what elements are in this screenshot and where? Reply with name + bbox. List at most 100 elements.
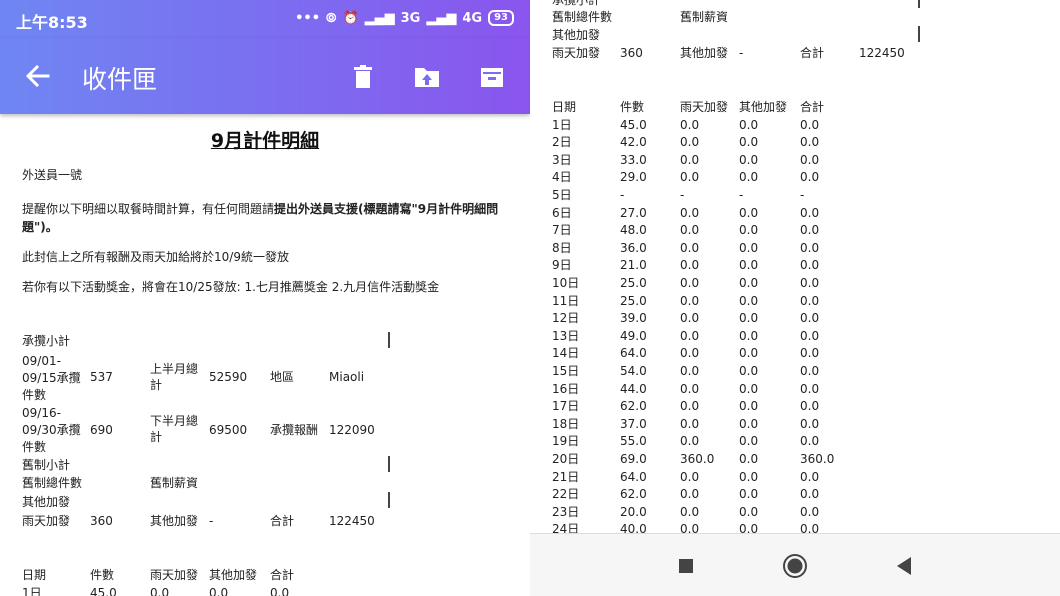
table-cell: 3日 — [552, 152, 572, 167]
table-cell: 44.0 — [620, 381, 647, 396]
back-arrow-icon[interactable] — [22, 60, 54, 92]
table-cell: 0.0 — [739, 311, 759, 326]
email-body: 9月計件明細 外送員一號 提醒你以下明細以取餐時間計算，有任何問題請提出外送員支… — [0, 114, 530, 596]
app-bar: 收件匣 — [0, 38, 530, 114]
table-cell: 49.0 — [620, 328, 647, 343]
table-cell: 0.0 — [739, 276, 759, 290]
table-divider — [388, 332, 390, 348]
other-bonus-value: - — [209, 514, 214, 528]
table-cell: 0.0 — [680, 399, 700, 414]
table-cell: 45.0 — [620, 117, 647, 132]
table-cell: 0.0 — [739, 381, 759, 396]
table-cell: 0.0 — [209, 585, 229, 596]
table-cell: 21.0 — [620, 258, 647, 273]
first-half-count: 537 — [90, 370, 113, 384]
table-cell: 0.0 — [680, 416, 700, 431]
table-cell: 0.0 — [739, 223, 759, 238]
region-value: Miaoli — [329, 370, 365, 384]
table-cell: 360.0 — [800, 452, 835, 466]
table-cell: 37.0 — [620, 416, 647, 431]
table-cell: 42.0 — [620, 135, 647, 150]
table-cell: 0.0 — [800, 170, 820, 185]
table-cell: 0.0 — [680, 469, 700, 484]
table-cell: 0.0 — [800, 240, 820, 255]
section-legacy-label: 舊制小計 — [22, 458, 71, 472]
undertake-pay-value: 122090 — [329, 423, 375, 437]
table-cell: 0.0 — [739, 240, 759, 255]
table-cell: 13日 — [552, 328, 580, 343]
table-cell: 36.0 — [620, 240, 647, 255]
archive-icon[interactable] — [477, 62, 507, 92]
table-cell: 8日 — [552, 240, 572, 255]
reminder-paragraph: 提醒你以下明細以取餐時間計算，有任何問題請提出外送員支援(標題請寫"9月計件明細… — [22, 200, 512, 236]
rain-bonus-value: 360 — [90, 514, 113, 528]
reminder-text: 提醒你以下明細以取餐時間計算，有任何問題請 — [22, 202, 275, 216]
table-cell: 0.0 — [800, 346, 820, 361]
table-cell: 7日 — [552, 223, 572, 238]
table-cell: 17日 — [552, 399, 580, 414]
table-cell: 0.0 — [680, 135, 700, 150]
table-cell: 0.0 — [800, 504, 820, 519]
table-cell: 0.0 — [680, 223, 700, 238]
legacy-count-label: 舊制總件數 — [552, 10, 613, 24]
table-cell: 16日 — [552, 381, 580, 396]
rain-bonus-label: 雨天加發 — [552, 46, 601, 60]
table-cell: 62.0 — [620, 399, 647, 414]
table-cell: 0.0 — [739, 135, 759, 150]
table-cell: 0.0 — [800, 205, 820, 220]
system-nav-bar — [530, 533, 1060, 596]
status-bar: 上午8:53 ••• ⦾ ⏰ ▂▄▆ 3G ▂▄▆ 4G 93 — [0, 0, 530, 38]
legacy-count-label: 舊制總件數 — [22, 476, 83, 490]
table-cell: 62.0 — [620, 487, 647, 502]
table-cell: 22日 — [552, 487, 580, 502]
table-cell: 0.0 — [800, 364, 820, 378]
table-cell: 45.0 — [90, 585, 117, 596]
table-cell: 5日 — [552, 188, 572, 202]
undertake-pay-label: 承攬報酬 — [270, 423, 319, 437]
legacy-salary-label: 舊制薪資 — [150, 476, 199, 490]
status-icons: ••• ⦾ ⏰ ▂▄▆ 3G ▂▄▆ 4G 93 — [295, 10, 514, 26]
first-half-label: 09/01-09/15承攬件數 — [22, 354, 81, 402]
table-cell: 0.0 — [800, 416, 820, 431]
table-cell: 0.0 — [800, 135, 820, 150]
table-cell: 0.0 — [800, 311, 820, 326]
table-cell: 0.0 — [739, 469, 759, 484]
table-cell: 0.0 — [739, 152, 759, 167]
payment-note: 此封信上之所有報酬及雨天加給將於10/9統一發放 — [22, 250, 289, 264]
table-cell: 24日 — [552, 522, 580, 533]
table-cell: 0.0 — [739, 364, 759, 378]
table-cell: 0.0 — [680, 152, 700, 167]
table-cell: 12日 — [552, 311, 580, 326]
table-cell: 0.0 — [680, 258, 700, 273]
table-cell: 9日 — [552, 258, 572, 273]
table-cell: 360.0 — [680, 452, 715, 466]
other-bonus-label: 其他加發 — [680, 46, 729, 60]
trash-icon[interactable] — [348, 62, 378, 92]
table-cell: 0.0 — [800, 276, 820, 290]
table-cell: 10日 — [552, 276, 580, 290]
section-undertake-label: 承攬小計 — [22, 334, 71, 348]
home-icon[interactable] — [781, 552, 809, 580]
status-time: 上午8:53 — [16, 13, 88, 32]
first-half-total: 52590 — [209, 370, 248, 384]
table-header-cell: 合計 — [270, 568, 295, 582]
table-cell: 0.0 — [270, 585, 290, 596]
hotspot-icon: ⦾ — [326, 10, 337, 26]
table-divider — [388, 492, 390, 508]
table-cell: 0.0 — [680, 240, 700, 255]
recent-apps-icon[interactable] — [672, 552, 700, 580]
back-icon[interactable] — [890, 552, 918, 580]
move-to-folder-icon[interactable] — [412, 62, 442, 92]
more-dots-icon: ••• — [295, 10, 321, 26]
second-half-label: 09/16-09/30承攬件數 — [22, 406, 81, 454]
table-cell: 0.0 — [680, 381, 700, 396]
first-half-total-label: 上半月總計 — [150, 362, 199, 392]
table-cell: 0.0 — [800, 399, 820, 414]
table-cell: 64.0 — [620, 346, 647, 361]
table-cell: 0.0 — [800, 258, 820, 273]
right-screen: 承攬小計 舊制總件數 舊制薪資 其他加發 雨天加發 360 其他加發 - 合計 … — [530, 0, 1060, 596]
rain-bonus-value: 360 — [620, 46, 643, 60]
table-cell: 0.0 — [680, 504, 700, 519]
table-cell: 21日 — [552, 469, 580, 484]
table-cell: - — [620, 188, 625, 202]
